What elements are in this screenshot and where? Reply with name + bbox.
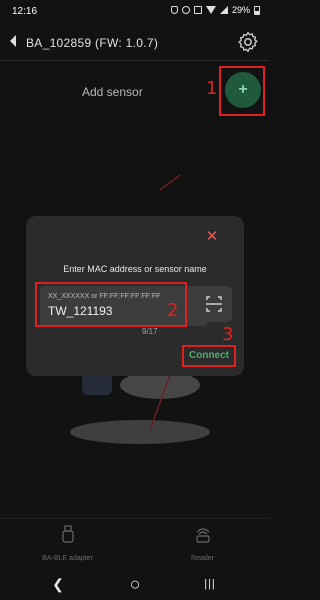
- back-button[interactable]: [4, 32, 22, 50]
- system-nav-bar: ❮ ○ |||: [0, 568, 270, 600]
- wifi-icon: [205, 6, 216, 14]
- nav-label-ba-ble-adapter: BA-BLE adapter: [42, 555, 93, 562]
- status-time: 12:16: [12, 6, 38, 17]
- battery-icon: [254, 5, 260, 15]
- mute-icon: [193, 6, 202, 14]
- gear-icon: [238, 31, 258, 53]
- settings-button[interactable]: [236, 30, 260, 54]
- marker-box-1: [219, 66, 265, 116]
- marker-number-2: 2: [167, 300, 179, 321]
- system-recents-button[interactable]: |||: [200, 574, 220, 594]
- nav-item-ba-ble-adapter[interactable]: BA-BLE adapter: [0, 525, 135, 565]
- status-icons: 29%: [170, 5, 260, 15]
- dialog-title: Enter MAC address or sensor name: [63, 264, 207, 274]
- reader-icon: [195, 528, 210, 543]
- system-back-button[interactable]: ❮: [48, 574, 68, 594]
- app-bar: BA_102859 (FW: 1.0.7): [0, 24, 270, 60]
- scan-icon: [206, 296, 222, 312]
- page-title: BA_102859 (FW: 1.0.7): [26, 36, 159, 50]
- bottom-nav: BA-BLE adapter Reader: [0, 518, 270, 568]
- nav-label-reader: Reader: [191, 555, 214, 562]
- status-bar: 12:16 29%: [0, 0, 270, 24]
- usb-adapter-icon: [61, 525, 74, 543]
- marker-box-2: [35, 282, 187, 327]
- alarm-icon: [181, 6, 190, 14]
- marker-box-3: [182, 345, 236, 367]
- add-sensor-label: Add sensor: [82, 85, 143, 99]
- system-home-button[interactable]: ○: [125, 574, 145, 594]
- shield-icon: [170, 6, 178, 14]
- character-counter: 9/17: [142, 327, 158, 336]
- battery-percent: 29%: [231, 5, 250, 15]
- close-button[interactable]: ✕: [203, 228, 221, 246]
- signal-icon: [219, 6, 228, 14]
- chevron-left-icon: [10, 35, 16, 47]
- close-icon: ✕: [205, 228, 219, 245]
- scan-button[interactable]: [196, 286, 232, 322]
- marker-number-3: 3: [222, 324, 234, 345]
- nav-item-reader[interactable]: Reader: [135, 525, 270, 565]
- marker-number-1: 1: [206, 78, 218, 99]
